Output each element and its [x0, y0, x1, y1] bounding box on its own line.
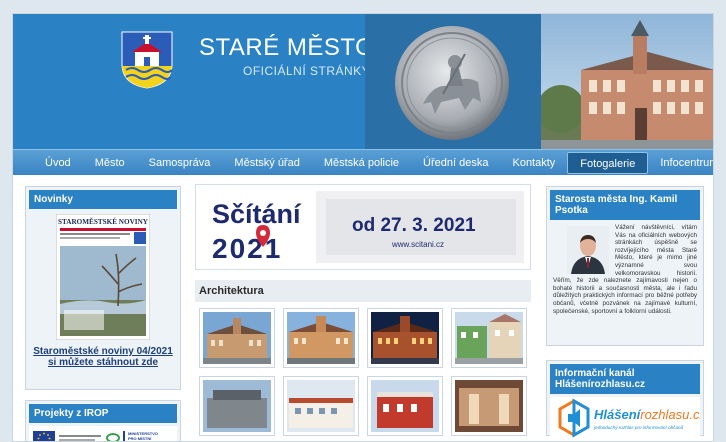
census-date: od 27. 3. 2021 — [352, 215, 476, 236]
info-channel-heading: Informační kanál Hlášenírozhlasu.cz — [550, 364, 700, 394]
main-navigation: Úvod Město Samospráva Městský úřad Městs… — [13, 149, 713, 175]
newspaper-download-link[interactable]: Staroměstské noviny 04/2021 si můžete st… — [29, 346, 177, 368]
gallery-thumb[interactable] — [283, 308, 359, 368]
site-header: STARÉ MĚSTO OFICIÁLNÍ STRÁNKY — [13, 14, 713, 149]
hlaseni-rozhlasu-logo[interactable]: Hlášenírozhlasu.cz jednoduchý rozhlas pr… — [550, 397, 706, 441]
eu-flag-icon: MINISTERSTVO PRO MÍSTNÍ ROZVOJ ČR — [33, 431, 158, 441]
news-box: Novinky STAROMĚSTSKÉ NOVINY Staroměstské… — [25, 186, 181, 390]
census-banner[interactable]: Sčítání 2021 od 27. 3. 2021 www.scitani.… — [195, 184, 531, 270]
nav-item-kontakty[interactable]: Kontakty — [500, 152, 567, 174]
mayor-heading: Starosta města Ing. Kamil Psotka — [550, 190, 700, 220]
gallery-thumb[interactable] — [199, 376, 275, 436]
mayor-body: Vážení návštěvníci, vítám Vás na oficiál… — [550, 220, 700, 319]
nav-item-mesto[interactable]: Město — [83, 152, 137, 174]
census-word: Sčítání — [212, 199, 302, 229]
newspaper-title: STAROMĚSTSKÉ NOVINY — [58, 216, 149, 226]
site-subtitle: OFICIÁLNÍ STRÁNKY — [243, 64, 371, 78]
gallery-thumb[interactable] — [367, 376, 443, 436]
gallery-thumb[interactable] — [451, 308, 527, 368]
gallery-section-title: Architektura — [195, 280, 531, 302]
page: STARÉ MĚSTO OFICIÁLNÍ STRÁNKY Úvod Město… — [12, 13, 714, 442]
town-hall-photo — [541, 14, 713, 149]
svg-text:jednoduchý rozhlas pro informo: jednoduchý rozhlas pro informování občan… — [593, 424, 684, 430]
info-channel-box: Informační kanál Hlášenírozhlasu.cz Hláš… — [546, 360, 706, 441]
gallery-thumb[interactable] — [367, 308, 443, 368]
site-title: STARÉ MĚSTO — [199, 34, 375, 61]
right-sidebar: Starosta města Ing. Kamil Psotka Vážení … — [546, 186, 706, 441]
nav-item-uvod[interactable]: Úvod — [33, 152, 83, 174]
nav-item-samosprava[interactable]: Samospráva — [137, 152, 223, 174]
irop-logos[interactable]: MINISTERSTVO PRO MÍSTNÍ ROZVOJ ČR — [29, 426, 177, 441]
hlaseni-rozhlasu-graphic: Hlášenírozhlasu.cz jednoduchý rozhlas pr… — [558, 398, 706, 438]
census-year: 2021 — [212, 233, 282, 264]
irop-heading: Projekty z IROP — [29, 404, 177, 423]
mayor-photo — [567, 226, 609, 274]
gallery-thumb[interactable] — [451, 376, 527, 436]
town-crest-icon[interactable] — [120, 30, 174, 90]
mayor-box: Starosta města Ing. Kamil Psotka Vážení … — [546, 186, 704, 346]
nav-item-mestska-policie[interactable]: Městská policie — [312, 152, 411, 174]
census-url: www.scitani.cz — [391, 240, 444, 249]
irop-box: Projekty z IROP MINISTERSTVO PRO MÍSTNÍ — [25, 400, 181, 441]
architecture-gallery — [195, 308, 531, 436]
gallery-thumb[interactable] — [199, 308, 275, 368]
svg-text:Hlášenírozhlasu.cz: Hlášenírozhlasu.cz — [594, 407, 700, 422]
nav-item-uredni-deska[interactable]: Úřední deska — [411, 152, 500, 174]
left-sidebar: Novinky STAROMĚSTSKÉ NOVINY Staroměstské… — [25, 186, 181, 441]
nav-item-mestsky-urad[interactable]: Městský úřad — [222, 152, 311, 174]
medieval-seal-image — [395, 26, 509, 140]
main-content: Sčítání 2021 od 27. 3. 2021 www.scitani.… — [195, 184, 531, 436]
census-banner-graphic: Sčítání 2021 od 27. 3. 2021 www.scitani.… — [212, 191, 524, 264]
nav-item-fotogalerie[interactable]: Fotogalerie — [567, 151, 649, 174]
gallery-thumb[interactable] — [283, 376, 359, 436]
news-heading: Novinky — [29, 190, 177, 209]
nav-item-infocentrum[interactable]: Infocentrum — [648, 152, 713, 174]
newspaper-cover-image[interactable]: STAROMĚSTSKÉ NOVINY — [56, 214, 150, 340]
